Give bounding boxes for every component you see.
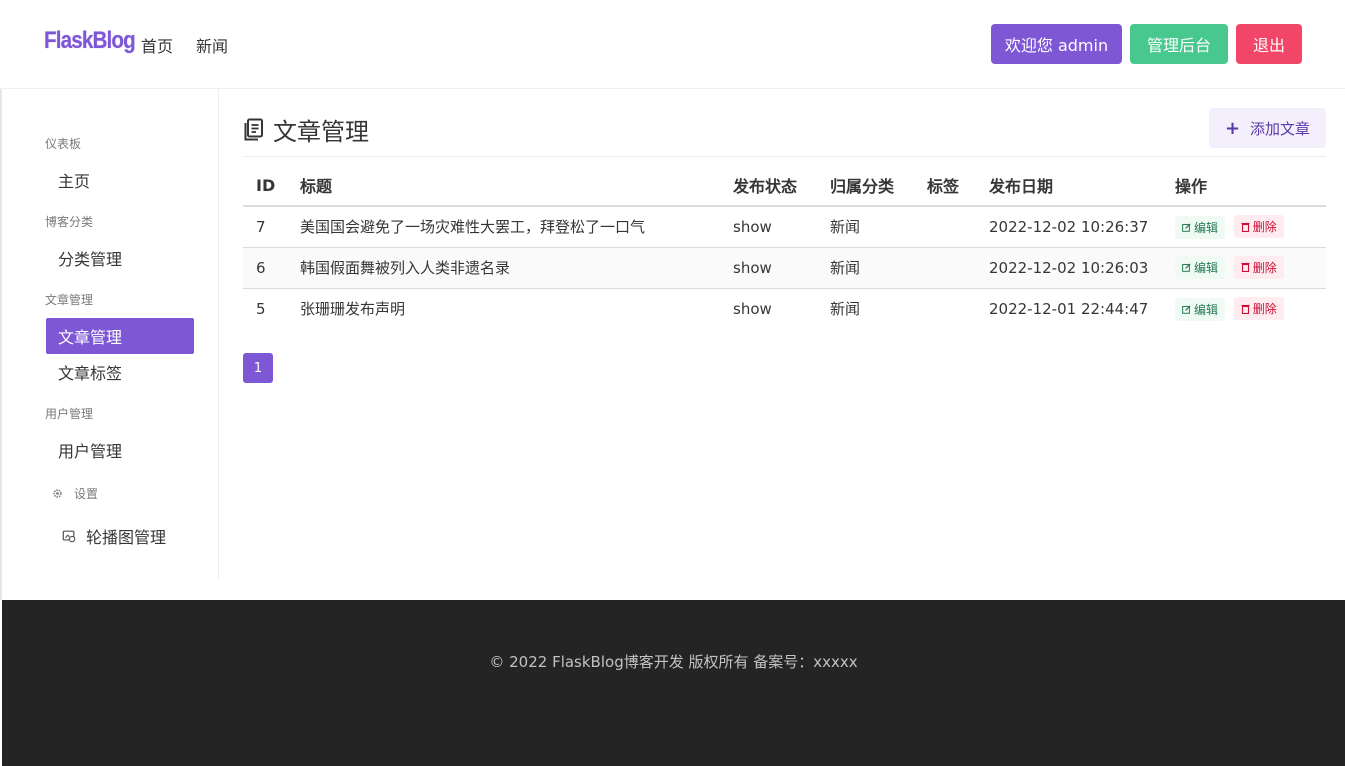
column-header-date[interactable]: 发布日期 <box>976 165 1162 207</box>
sidebar-item-article-tags[interactable]: 文章标签 <box>46 354 194 390</box>
article-table: ID 标题 发布状态 归属分类 标签 发布日期 操作 7 美国国会避免了一场灾难… <box>243 165 1326 329</box>
pagination-page-1[interactable]: 1 <box>243 353 273 383</box>
menu-label-dashboard: 仪表板 <box>45 137 82 151</box>
nav-link-news[interactable]: 新闻 <box>196 33 228 57</box>
edit-label: 编辑 <box>1194 261 1219 276</box>
menu-label-blog-category: 博客分类 <box>45 215 94 229</box>
delete-button[interactable]: 删除 <box>1233 255 1284 279</box>
edit-icon <box>1182 222 1191 232</box>
edit-icon <box>1182 304 1191 314</box>
cell-category: 新闻 <box>830 300 861 319</box>
cell-id: 6 <box>243 247 287 289</box>
delete-label: 删除 <box>1252 220 1277 234</box>
page-header: 文章管理 + 添加文章 <box>243 108 1326 157</box>
cell-status: show <box>733 299 772 318</box>
column-header-status[interactable]: 发布状态 <box>720 165 817 207</box>
menu-label-article-management: 文章管理 <box>45 293 94 307</box>
edit-button[interactable]: 编辑 <box>1175 215 1226 239</box>
add-article-label: 添加文章 <box>1250 119 1311 138</box>
cell-status: show <box>720 247 817 289</box>
cell-tags <box>914 247 976 289</box>
cell-actions: 编辑 删除 <box>1162 206 1326 248</box>
cell-id: 5 <box>256 299 266 318</box>
edit-label: 编辑 <box>1194 220 1219 235</box>
cell-date: 2022-12-02 10:26:03 <box>976 247 1162 289</box>
delete-button[interactable]: 删除 <box>1233 215 1284 238</box>
cell-tags <box>914 288 976 329</box>
column-header-id[interactable]: ID <box>243 165 287 207</box>
admin-dashboard-button[interactable]: 管理后台 <box>1130 24 1228 64</box>
cell-category: 新闻 <box>817 206 914 248</box>
plus-icon: + <box>1224 117 1241 139</box>
edit-label: 编辑 <box>1194 302 1219 317</box>
table-row: 5 张珊珊发布声明 show 新闻 2022-12-01 22:44:47 编辑… <box>243 288 1326 329</box>
settings-label-text: 设置 <box>74 487 99 501</box>
brand-logo[interactable]: FlaskBlog <box>44 27 136 55</box>
welcome-button[interactable]: 欢迎您 admin <box>991 24 1122 64</box>
sidebar-item-home[interactable]: 主页 <box>46 162 194 198</box>
cell-category: 新闻 <box>817 247 914 289</box>
cell-title: 韩国假面舞被列入人类非遗名录 <box>287 247 720 289</box>
sidebar-item-category-management[interactable]: 分类管理 <box>46 240 194 276</box>
footer: © 2022 FlaskBlog博客开发 版权所有 备案号：xxxxx <box>2 600 1345 766</box>
cell-tags <box>914 206 976 248</box>
page-title: 文章管理 <box>273 118 369 146</box>
document-icon <box>244 118 263 140</box>
top-navbar: FlaskBlog 首页 新闻 欢迎您 admin 管理后台 退出 <box>0 0 1345 89</box>
image-icon <box>62 530 76 543</box>
trash-icon <box>1241 263 1250 273</box>
cell-date: 2022-12-01 22:44:47 <box>989 299 1149 318</box>
column-header-category[interactable]: 归属分类 <box>817 165 914 207</box>
edit-button[interactable]: 编辑 <box>1175 297 1226 321</box>
table-header-row: ID 标题 发布状态 归属分类 标签 发布日期 操作 <box>243 165 1326 207</box>
cell-title: 美国国会避免了一场灾难性大罢工，拜登松了一口气 <box>287 206 720 248</box>
cell-date: 2022-12-02 10:26:37 <box>976 206 1162 248</box>
gear-icon <box>53 489 62 498</box>
delete-label: 删除 <box>1252 302 1277 316</box>
sidebar-item-user-management[interactable]: 用户管理 <box>46 432 194 468</box>
logout-button[interactable]: 退出 <box>1236 24 1302 64</box>
cell-title: 张珊珊发布声明 <box>300 300 406 319</box>
trash-icon <box>1241 222 1250 232</box>
cell-id: 7 <box>243 206 287 248</box>
page-title-group: 文章管理 <box>243 112 369 147</box>
column-header-tags[interactable]: 标签 <box>914 165 976 207</box>
add-article-button[interactable]: + 添加文章 <box>1209 108 1326 148</box>
cell-actions: 编辑 删除 <box>1162 247 1326 289</box>
table-row: 6 韩国假面舞被列入人类非遗名录 show 新闻 2022-12-02 10:2… <box>243 247 1326 289</box>
edit-icon <box>1182 263 1191 273</box>
sidebar-item-carousel-management[interactable]: 轮播图管理 <box>52 518 200 554</box>
sidebar: 仪表板 主页 博客分类 分类管理 文章管理 文章管理 文章标签 用户管理 用户管… <box>0 89 219 579</box>
edit-button[interactable]: 编辑 <box>1175 256 1226 280</box>
delete-button[interactable]: 删除 <box>1233 297 1284 320</box>
footer-copyright: © 2022 FlaskBlog博客开发 版权所有 备案号：xxxxx <box>489 653 858 671</box>
cell-status: show <box>720 206 817 248</box>
trash-icon <box>1241 304 1250 314</box>
table-row: 7 美国国会避免了一场灾难性大罢工，拜登松了一口气 show 新闻 2022-1… <box>243 206 1326 248</box>
column-header-title[interactable]: 标题 <box>287 165 720 207</box>
carousel-management-label: 轮播图管理 <box>86 528 167 547</box>
nav-link-home[interactable]: 首页 <box>141 33 173 57</box>
menu-label-user-management: 用户管理 <box>45 407 94 421</box>
delete-label: 删除 <box>1252 260 1277 275</box>
sidebar-item-article-management[interactable]: 文章管理 <box>46 318 194 354</box>
cell-actions: 编辑 删除 <box>1162 288 1326 329</box>
menu-label-settings: 设置 <box>52 485 98 502</box>
column-header-actions: 操作 <box>1162 165 1326 207</box>
